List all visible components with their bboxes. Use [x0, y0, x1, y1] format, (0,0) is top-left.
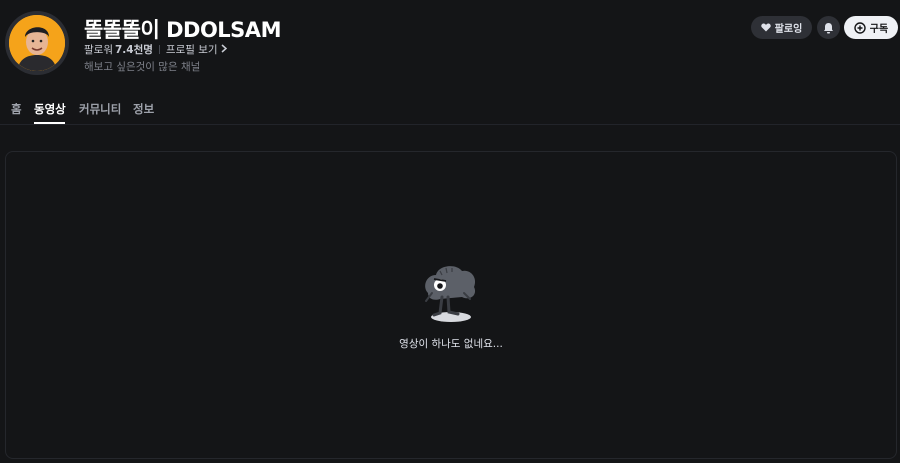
followers-count: 7.4천명	[114, 44, 153, 56]
sad-mushroom-character-icon	[416, 257, 486, 327]
channel-meta: 팔로워 7.4천명 프로필 보기	[84, 42, 227, 57]
notification-button[interactable]	[817, 16, 840, 39]
channel-name: 똘똘똘이 DDOLSAM	[84, 18, 281, 42]
bell-icon	[823, 22, 834, 34]
subscribe-label: 구독	[869, 24, 889, 35]
channel-header: 똘똘똘이 DDOLSAM 팔로워 7.4천명 프로필 보기 해보고 싶은것이 많…	[0, 0, 900, 92]
tab-community[interactable]: 커뮤니티	[79, 101, 121, 117]
avatar[interactable]	[5, 11, 69, 75]
empty-state-message: 영상이 하나도 없네요...	[399, 338, 503, 350]
videos-panel: 영상이 하나도 없네요...	[5, 151, 897, 459]
profile-link[interactable]: 프로필 보기	[166, 42, 227, 57]
heart-icon	[760, 23, 771, 32]
tab-videos[interactable]: 동영상	[34, 101, 66, 117]
follow-button[interactable]: 팔로잉	[751, 16, 812, 39]
active-tab-indicator	[34, 122, 65, 124]
chevron-right-icon	[221, 43, 227, 56]
profile-link-label: 프로필 보기	[165, 44, 218, 56]
tab-home[interactable]: 홈	[11, 101, 22, 117]
followers-label: 팔로워	[84, 44, 113, 56]
tab-about[interactable]: 정보	[133, 101, 154, 117]
subscribe-button[interactable]: 구독	[844, 16, 898, 39]
avatar-image	[9, 15, 65, 71]
follow-label: 팔로잉	[774, 24, 803, 35]
channel-tabs: 홈 동영상 커뮤니티 정보	[0, 92, 900, 125]
plus-circle-icon	[854, 21, 866, 34]
meta-divider	[158, 45, 160, 54]
channel-description: 해보고 싶은것이 많은 채널	[84, 61, 201, 73]
